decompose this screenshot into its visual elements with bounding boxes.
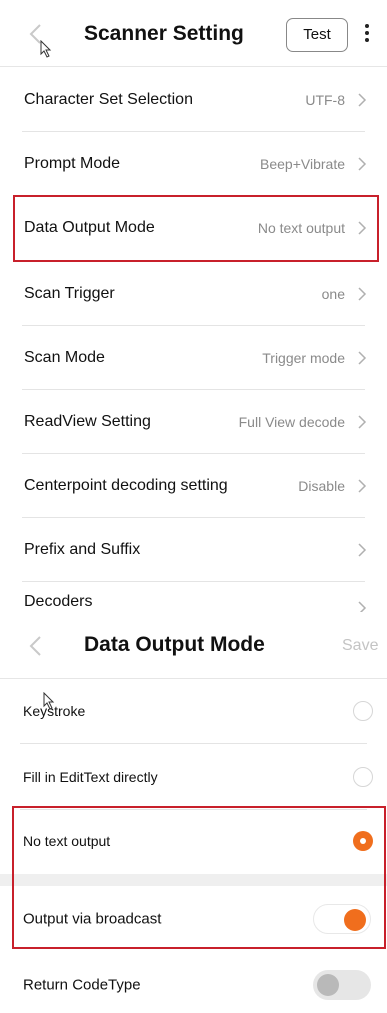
chevron-right-icon <box>358 93 367 107</box>
option-label: Fill in EditText directly <box>23 769 158 785</box>
settings-item-scan-mode[interactable]: Scan Mode Trigger mode <box>0 326 387 390</box>
toggle-switch-off[interactable] <box>313 970 371 1000</box>
settings-item-value: UTF-8 <box>305 92 345 108</box>
highlight-box <box>12 806 386 949</box>
chevron-right-icon <box>358 543 367 557</box>
data-output-mode-screen: Data Output Mode Save Keystroke Fill in … <box>0 612 387 1013</box>
settings-item-value: Disable <box>298 478 345 494</box>
toggle-label: Return CodeType <box>23 976 141 994</box>
option-keystroke[interactable]: Keystroke <box>0 678 387 744</box>
toggle-row-return-codetype[interactable]: Return CodeType <box>0 952 387 1013</box>
highlight-box <box>13 195 379 262</box>
settings-item-scan-trigger[interactable]: Scan Trigger one <box>0 262 387 326</box>
chevron-right-icon <box>358 479 367 493</box>
settings-item-centerpoint[interactable]: Centerpoint decoding setting Disable <box>0 454 387 518</box>
settings-item-label: Prefix and Suffix <box>24 541 141 558</box>
settings-item-label: Scan Trigger <box>24 285 115 302</box>
chevron-right-icon <box>358 415 367 429</box>
data-output-mode-header: Data Output Mode Save <box>0 612 387 679</box>
settings-item-prompt-mode[interactable]: Prompt Mode Beep+Vibrate <box>0 132 387 196</box>
page-title: Data Output Mode <box>84 633 265 656</box>
radio-button[interactable] <box>353 767 373 787</box>
settings-item-value: Trigger mode <box>262 350 345 366</box>
page-title: Scanner Setting <box>84 22 244 45</box>
radio-button[interactable] <box>353 701 373 721</box>
test-button[interactable]: Test <box>286 18 348 52</box>
chevron-right-icon <box>358 351 367 365</box>
settings-item-decoders[interactable]: Decoders <box>0 582 387 612</box>
settings-item-label: Scan Mode <box>24 349 105 366</box>
settings-item-label: ReadView Setting <box>24 413 151 430</box>
settings-item-value: one <box>321 286 345 302</box>
settings-item-label: Decoders <box>24 593 93 610</box>
back-arrow-icon[interactable] <box>26 634 46 658</box>
save-button[interactable]: Save <box>342 637 378 655</box>
mouse-cursor-icon <box>43 692 55 710</box>
chevron-right-icon <box>358 601 367 612</box>
settings-item-label: Character Set Selection <box>24 91 193 108</box>
settings-item-value: Full View decode <box>238 414 345 430</box>
settings-item-label: Prompt Mode <box>24 155 121 172</box>
more-options-icon[interactable] <box>362 24 372 48</box>
chevron-right-icon <box>358 157 367 171</box>
mouse-cursor-icon <box>40 40 52 58</box>
option-fill-edittext[interactable]: Fill in EditText directly <box>0 744 387 810</box>
chevron-right-icon <box>358 287 367 301</box>
settings-item-prefix-suffix[interactable]: Prefix and Suffix <box>0 518 387 582</box>
settings-item-value: Beep+Vibrate <box>260 156 345 172</box>
settings-item-character-set[interactable]: Character Set Selection UTF-8 <box>0 68 387 132</box>
settings-item-label: Centerpoint decoding setting <box>24 477 228 494</box>
scanner-setting-header: Scanner Setting Test <box>0 0 387 67</box>
settings-item-readview[interactable]: ReadView Setting Full View decode <box>0 390 387 454</box>
scanner-setting-screen: Scanner Setting Test Character Set Selec… <box>0 0 387 612</box>
